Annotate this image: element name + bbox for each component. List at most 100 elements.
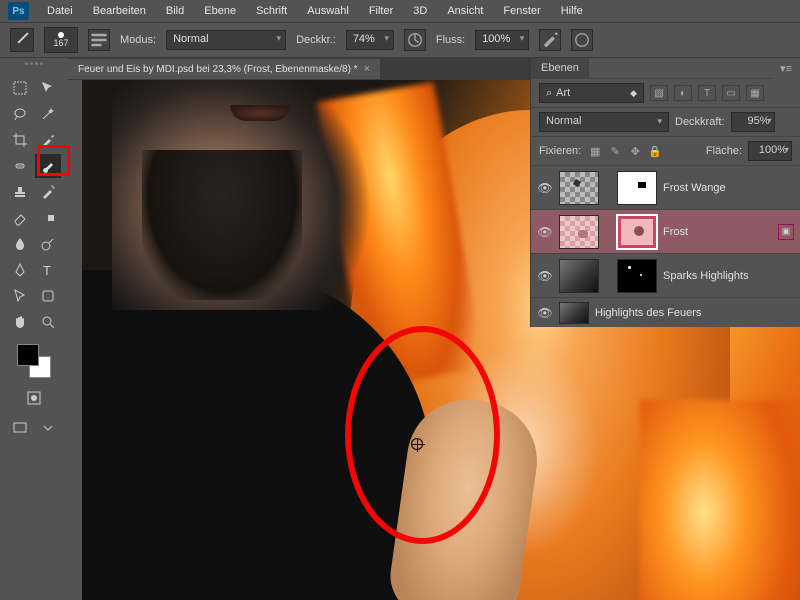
layer-opacity-label: Deckkraft:: [675, 116, 725, 128]
layer-row[interactable]: 👁 Frost ▣: [531, 209, 800, 253]
panel-grip[interactable]: [9, 62, 59, 72]
layer-filter-icon[interactable]: ▣: [778, 224, 794, 240]
crop-tool[interactable]: [7, 128, 33, 152]
menu-auswahl[interactable]: Auswahl: [299, 2, 357, 20]
search-icon: ⌕: [546, 87, 552, 100]
lock-pixels-icon[interactable]: ✎: [607, 143, 623, 159]
marquee-tool[interactable]: [7, 76, 33, 100]
blur-tool[interactable]: [7, 232, 33, 256]
pen-tool[interactable]: [7, 258, 33, 282]
brush-cursor: [411, 438, 425, 452]
canvas-image-beard: [142, 150, 302, 300]
layer-thumbnail[interactable]: [559, 259, 599, 293]
menu-schrift[interactable]: Schrift: [248, 2, 295, 20]
tools-panel: T: [0, 58, 68, 600]
wand-tool[interactable]: [35, 102, 61, 126]
quickmask-toggle[interactable]: [23, 388, 45, 408]
tool-preset-picker[interactable]: [10, 28, 34, 52]
mode-label: Modus:: [120, 34, 156, 46]
layer-row[interactable]: 👁 Sparks Highlights: [531, 253, 800, 297]
heal-tool[interactable]: [7, 154, 33, 178]
lock-position-icon[interactable]: ✥: [627, 143, 643, 159]
eraser-tool[interactable]: [7, 206, 33, 230]
layer-thumbnail[interactable]: [559, 302, 589, 324]
filter-shape-icon[interactable]: ▭: [722, 85, 740, 101]
dodge-tool[interactable]: [35, 232, 61, 256]
menu-3d[interactable]: 3D: [405, 2, 435, 20]
layer-opacity-field[interactable]: 95%: [731, 112, 775, 132]
lock-all-icon[interactable]: 🔒: [647, 143, 663, 159]
brush-preset-picker[interactable]: 167: [44, 27, 78, 53]
menu-bar: Ps Datei Bearbeiten Bild Ebene Schrift A…: [0, 0, 800, 22]
layer-row[interactable]: 👁 Highlights des Feuers: [531, 297, 800, 327]
type-tool[interactable]: T: [35, 258, 61, 282]
lasso-tool[interactable]: [7, 102, 33, 126]
document-tab[interactable]: Feuer und Eis by MDI.psd bei 23,3% (Fros…: [68, 59, 380, 79]
close-icon[interactable]: ×: [364, 63, 370, 75]
visibility-toggle[interactable]: 👁: [537, 181, 553, 195]
layer-thumbnail[interactable]: [559, 215, 599, 249]
layer-name[interactable]: Frost: [663, 226, 772, 238]
gradient-tool[interactable]: [35, 206, 61, 230]
screenmode-chevron-icon[interactable]: [37, 418, 59, 438]
options-bar: 167 Modus: Normal Deckkr.: 74% Fluss: 10…: [0, 22, 800, 58]
menu-filter[interactable]: Filter: [361, 2, 401, 20]
flow-field[interactable]: 100%: [475, 30, 529, 50]
layer-blend-mode[interactable]: Normal: [539, 112, 669, 132]
brush-size-value: 167: [53, 38, 68, 48]
panel-menu-icon[interactable]: ▾≡: [772, 58, 800, 79]
blend-mode-select[interactable]: Normal: [166, 30, 286, 50]
menu-ansicht[interactable]: Ansicht: [439, 2, 491, 20]
canvas-image-mouth: [230, 105, 290, 121]
color-swatches[interactable]: [17, 344, 51, 378]
layers-panel-tab[interactable]: Ebenen: [531, 58, 589, 78]
document-tab-title: Feuer und Eis by MDI.psd bei 23,3% (Fros…: [78, 64, 358, 75]
filter-pixel-icon[interactable]: ▧: [650, 85, 668, 101]
layer-name[interactable]: Sparks Highlights: [663, 270, 794, 282]
airbrush-icon[interactable]: [539, 29, 561, 51]
menu-ebene[interactable]: Ebene: [196, 2, 244, 20]
brush-panel-toggle[interactable]: [88, 29, 110, 51]
menu-hilfe[interactable]: Hilfe: [553, 2, 591, 20]
menu-fenster[interactable]: Fenster: [495, 2, 548, 20]
svg-text:T: T: [43, 263, 51, 278]
layer-name[interactable]: Frost Wange: [663, 182, 794, 194]
annotation-ellipse: [345, 326, 500, 544]
opacity-field[interactable]: 74%: [346, 30, 394, 50]
layer-list: 👁 Frost Wange 👁 Frost ▣ 👁 Sparks Highlig…: [531, 165, 800, 327]
visibility-toggle[interactable]: 👁: [537, 225, 553, 239]
path-select-tool[interactable]: [7, 284, 33, 308]
fill-label: Fläche:: [706, 145, 742, 157]
zoom-tool[interactable]: [35, 310, 61, 334]
layer-mask-thumbnail[interactable]: [617, 259, 657, 293]
history-brush-tool[interactable]: [35, 180, 61, 204]
screenmode-toggle[interactable]: [9, 418, 31, 438]
filter-type-icon[interactable]: T: [698, 85, 716, 101]
layer-row[interactable]: 👁 Frost Wange: [531, 165, 800, 209]
hand-tool[interactable]: [7, 310, 33, 334]
menu-datei[interactable]: Datei: [39, 2, 81, 20]
menu-bild[interactable]: Bild: [158, 2, 192, 20]
filter-smart-icon[interactable]: ▦: [746, 85, 764, 101]
annotation-brush-highlight: [37, 145, 70, 176]
kind-filter-label: Art: [556, 87, 570, 99]
layer-thumbnail[interactable]: [559, 171, 599, 205]
visibility-toggle[interactable]: 👁: [537, 306, 553, 320]
opacity-label: Deckkr.:: [296, 34, 336, 46]
layer-mask-thumbnail[interactable]: [617, 215, 657, 249]
lock-transparency-icon[interactable]: ▦: [587, 143, 603, 159]
move-tool[interactable]: [35, 76, 61, 100]
layer-name[interactable]: Highlights des Feuers: [595, 307, 794, 319]
layer-mask-thumbnail[interactable]: [617, 171, 657, 205]
pressure-opacity-icon[interactable]: [404, 29, 426, 51]
foreground-color[interactable]: [17, 344, 39, 366]
app-logo: Ps: [8, 2, 29, 20]
filter-adjust-icon[interactable]: ◐: [674, 85, 692, 101]
stamp-tool[interactable]: [7, 180, 33, 204]
layer-kind-filter[interactable]: ⌕ Art ◆: [539, 83, 644, 103]
shape-tool[interactable]: [35, 284, 61, 308]
menu-bearbeiten[interactable]: Bearbeiten: [85, 2, 154, 20]
visibility-toggle[interactable]: 👁: [537, 269, 553, 283]
pressure-size-icon[interactable]: [571, 29, 593, 51]
fill-field[interactable]: 100%: [748, 141, 792, 161]
